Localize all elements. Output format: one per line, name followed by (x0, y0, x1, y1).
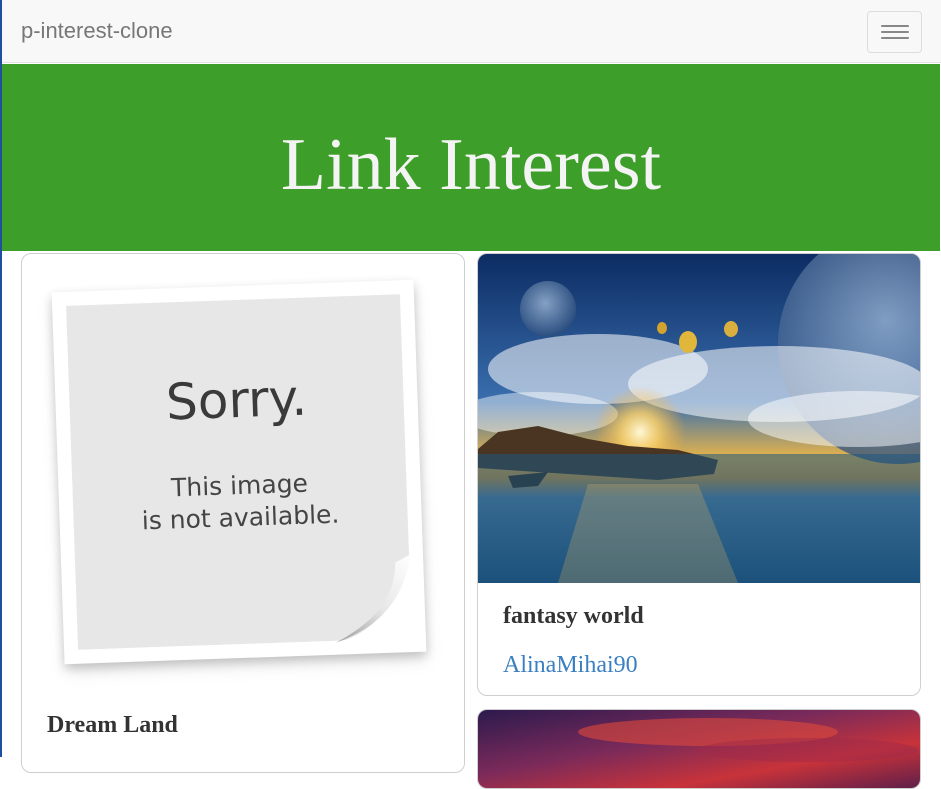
card-image[interactable] (478, 254, 921, 583)
navbar: p-interest-clone (2, 0, 941, 63)
pin-card[interactable]: fantasy world AlinaMihai90 (477, 253, 921, 696)
card-image[interactable] (478, 710, 921, 789)
brand-link[interactable]: p-interest-clone (21, 18, 173, 44)
card-title: Dream Land (47, 712, 178, 738)
image-unavailable-placeholder: Sorry. This image is not available. (48, 276, 448, 676)
card-title: fantasy world (503, 603, 644, 629)
card-user-link[interactable]: AlinaMihai90 (503, 651, 638, 679)
pin-card[interactable] (477, 709, 921, 789)
pin-card[interactable]: Sorry. This image is not available. Drea… (21, 253, 465, 773)
placeholder-sub-text: This image is not available. (141, 468, 340, 536)
hero-title: Link Interest (280, 124, 662, 206)
placeholder-main-text: Sorry. (165, 368, 308, 432)
menu-toggle-button[interactable] (867, 11, 922, 53)
hero-banner: Link Interest (2, 64, 940, 251)
page-curl-icon (336, 554, 414, 643)
